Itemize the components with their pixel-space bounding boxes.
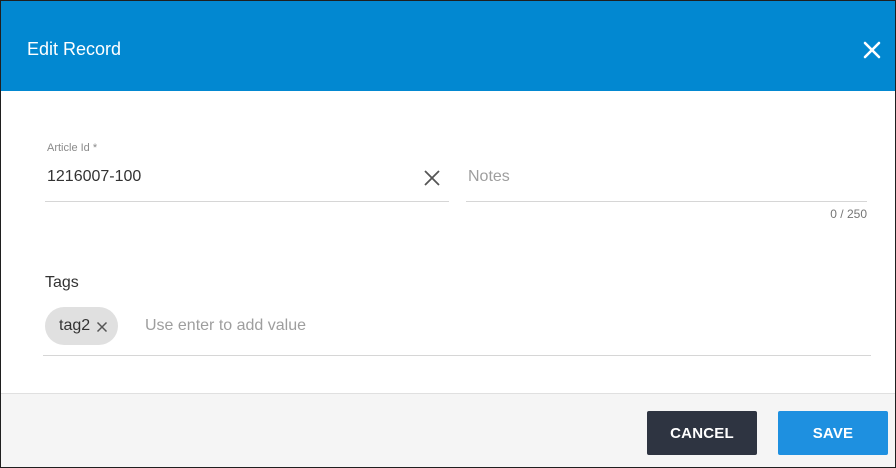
dialog-footer: CANCEL SAVE: [1, 393, 895, 467]
tag-chip-remove-button[interactable]: [96, 320, 108, 333]
chip-remove-icon: [97, 321, 108, 333]
dialog-body: Article Id * 0 / 250 Tags tag2: [1, 91, 895, 393]
dialog-header: Edit Record: [1, 1, 895, 91]
dialog-title: Edit Record: [27, 39, 122, 59]
tags-label: Tags: [45, 274, 79, 291]
close-button[interactable]: [859, 37, 885, 63]
notes-char-counter: 0 / 250: [830, 207, 867, 221]
tags-field: tag2: [43, 305, 871, 356]
article-id-label: Article Id *: [47, 142, 98, 154]
save-button[interactable]: SAVE: [778, 411, 888, 455]
article-id-input[interactable]: [47, 167, 407, 187]
clear-icon: [424, 170, 440, 186]
notes-input[interactable]: [468, 167, 858, 187]
tag-chip-label: tag2: [59, 317, 91, 334]
close-icon: [863, 41, 881, 59]
notes-field: [466, 141, 867, 202]
clear-article-id-button[interactable]: [423, 169, 441, 187]
tags-input[interactable]: [145, 316, 745, 336]
cancel-button[interactable]: CANCEL: [647, 411, 757, 455]
edit-record-dialog: Edit Record Article Id * 0 / 250 Tags: [0, 0, 896, 468]
tag-chip: tag2: [45, 307, 119, 345]
article-id-field: Article Id *: [45, 141, 449, 202]
